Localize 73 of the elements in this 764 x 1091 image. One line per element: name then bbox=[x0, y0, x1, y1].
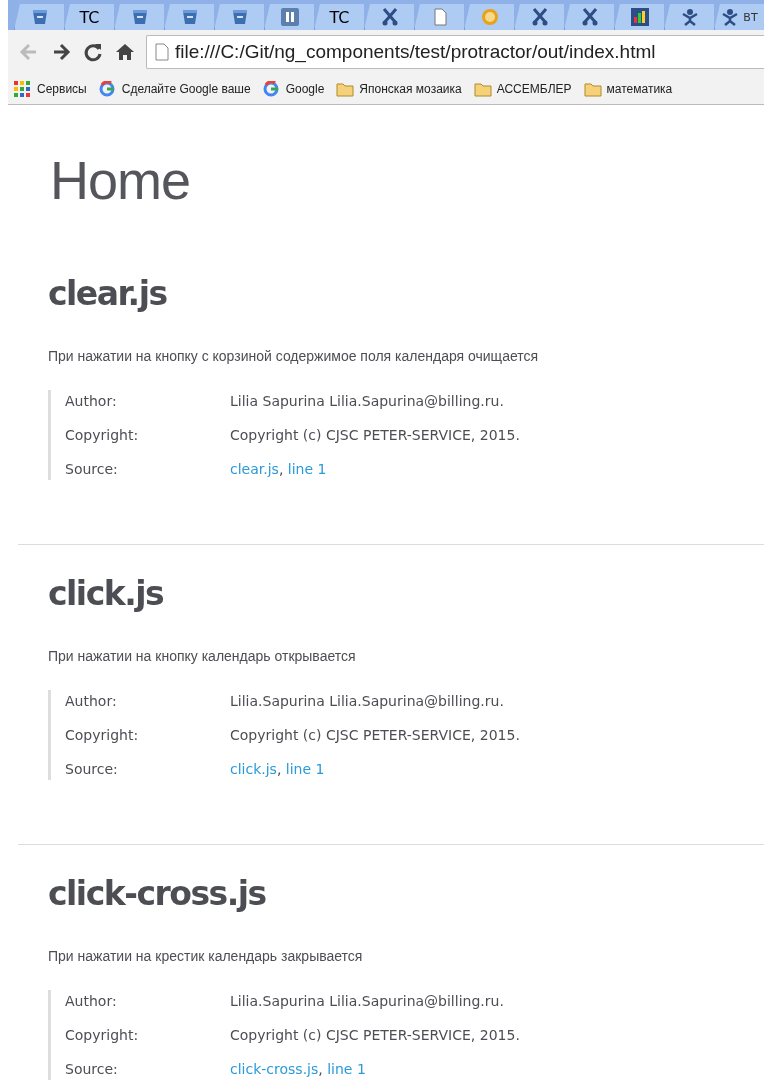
home-button[interactable] bbox=[114, 41, 136, 63]
browser-tab[interactable] bbox=[164, 4, 214, 30]
detail-label: Author: bbox=[65, 992, 118, 1011]
scissors-icon bbox=[380, 8, 399, 26]
coin-icon bbox=[480, 8, 499, 26]
reload-icon bbox=[82, 41, 104, 63]
detail-label: Source: bbox=[65, 760, 119, 779]
url-text: file:///C:/Git/ng_components/test/protractor/out/index.html bbox=[175, 41, 656, 63]
address-bar[interactable]: file:///C:/Git/ng_components/test/protractor/out/index.html bbox=[146, 35, 764, 69]
folder-icon bbox=[336, 81, 355, 97]
section-title: click-cross.js bbox=[48, 877, 267, 910]
logo-icon: TC bbox=[79, 7, 100, 27]
google-icon bbox=[262, 81, 281, 97]
tab-title: ВТ bbox=[743, 10, 758, 24]
detail-label: Source: bbox=[65, 1060, 119, 1079]
folder-icon bbox=[473, 81, 492, 97]
folder-icon bbox=[583, 81, 602, 97]
pause-icon bbox=[280, 8, 299, 26]
detail-label: Copyright: bbox=[65, 1026, 140, 1045]
detail-value: Lilia Sapurina Lilia.Sapurina@billing.ru. bbox=[230, 392, 505, 411]
description: При нажатии на кнопку с корзиной содержимое поля календаря очищается bbox=[48, 348, 540, 364]
bucket-icon bbox=[180, 8, 199, 26]
detail-label: Source: bbox=[65, 460, 119, 479]
browser-tab[interactable] bbox=[614, 4, 664, 30]
section-title: clear.js bbox=[48, 277, 168, 310]
scissors-icon bbox=[580, 8, 599, 26]
browser-tab[interactable] bbox=[114, 4, 164, 30]
detail-label: Author: bbox=[65, 392, 118, 411]
detail-label: Copyright: bbox=[65, 726, 140, 745]
google-icon bbox=[98, 81, 117, 97]
browser-tab[interactable] bbox=[514, 4, 564, 30]
bucket-icon bbox=[30, 8, 49, 26]
browser-tab[interactable] bbox=[264, 4, 314, 30]
figure-icon bbox=[680, 8, 699, 26]
comma: , bbox=[278, 461, 284, 477]
description: При нажатии на кнопку календарь открывается bbox=[48, 648, 357, 664]
section-title: click.js bbox=[48, 577, 165, 610]
bookmark[interactable]: математика bbox=[583, 81, 673, 97]
browser-tab[interactable] bbox=[364, 4, 414, 30]
detail-value: Lilia.Sapurina Lilia.Sapurina@billing.ru. bbox=[230, 692, 505, 711]
page-title: Home bbox=[50, 153, 192, 207]
logo-icon: TC bbox=[329, 7, 350, 27]
bucket-icon bbox=[130, 8, 149, 26]
detail-label: Author: bbox=[65, 692, 118, 711]
page-icon bbox=[155, 43, 169, 61]
apps-icon bbox=[14, 81, 32, 97]
bucket-icon bbox=[230, 8, 249, 26]
detail-value: Copyright (c) CJSC PETER-SERVICE, 2015. bbox=[230, 426, 520, 445]
reload-button[interactable] bbox=[82, 41, 104, 63]
bookmark[interactable]: Google bbox=[262, 81, 325, 97]
home-icon bbox=[114, 41, 136, 63]
browser-tab[interactable]: ВТ bbox=[714, 4, 764, 30]
browser-tab[interactable] bbox=[664, 4, 714, 30]
browser-tab[interactable] bbox=[414, 4, 464, 30]
comma: , bbox=[318, 1061, 323, 1077]
browser-tab[interactable] bbox=[214, 4, 264, 30]
bookmark[interactable]: АССЕМБЛЕР bbox=[473, 81, 572, 97]
browser-tab[interactable] bbox=[564, 4, 614, 30]
browser-tab[interactable]: TC bbox=[64, 4, 114, 30]
detail-label: Copyright: bbox=[65, 426, 140, 445]
browser-tab[interactable] bbox=[14, 4, 64, 30]
detail-value: Copyright (c) CJSC PETER-SERVICE, 2015. bbox=[230, 726, 520, 745]
chart-icon bbox=[630, 8, 649, 26]
detail-value: Lilia.Sapurina Lilia.Sapurina@billing.ru. bbox=[230, 992, 505, 1011]
bookmark[interactable]: Сервисы bbox=[14, 81, 87, 97]
description: При нажатии на крестик календарь закрывается bbox=[48, 948, 364, 964]
comma: , bbox=[276, 761, 282, 777]
figure-icon bbox=[721, 8, 740, 26]
bookmark[interactable]: Японская мозаика bbox=[336, 81, 462, 97]
detail-value: Copyright (c) CJSC PETER-SERVICE, 2015. bbox=[230, 1026, 520, 1045]
bookmark[interactable]: Сделайте Google ваше bbox=[98, 81, 251, 97]
browser-tab[interactable]: TC bbox=[314, 4, 364, 30]
scissors-icon bbox=[530, 8, 549, 26]
